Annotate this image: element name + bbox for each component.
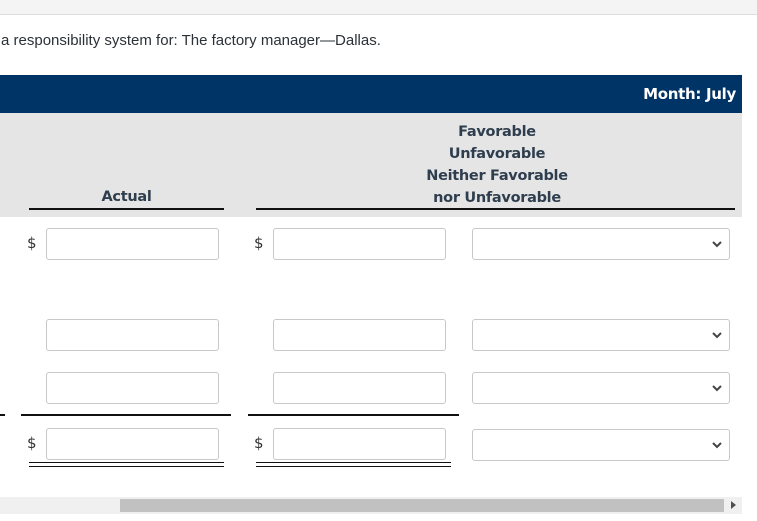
header-underline-budget-status bbox=[256, 208, 735, 210]
total-double-underline-actual bbox=[29, 462, 224, 467]
chevron-down-icon bbox=[712, 241, 722, 248]
actual-input-row-3[interactable] bbox=[46, 372, 219, 404]
month-label: Month: July bbox=[643, 85, 736, 103]
budget-input-row-2[interactable] bbox=[273, 319, 446, 351]
actual-input-total[interactable] bbox=[46, 428, 219, 460]
dollar-sign: $ bbox=[27, 234, 37, 252]
dollar-sign: $ bbox=[254, 234, 264, 252]
column-header-area: Actual Favorable Unfavorable Neither Fav… bbox=[0, 113, 742, 217]
chevron-down-icon bbox=[712, 332, 722, 339]
status-select-row-2[interactable] bbox=[472, 319, 730, 351]
chevron-down-icon bbox=[712, 442, 722, 449]
subtotal-line-actual bbox=[21, 414, 231, 416]
budget-input-total[interactable] bbox=[273, 428, 446, 460]
triangle-right-icon[interactable] bbox=[731, 501, 736, 509]
subtotal-line-left-stub bbox=[0, 414, 5, 416]
actual-input-row-1[interactable] bbox=[46, 228, 219, 260]
status-option-neither: Neither Favorable bbox=[426, 168, 568, 184]
dollar-sign: $ bbox=[254, 434, 264, 452]
total-double-underline-budget bbox=[256, 462, 451, 467]
status-option-unfavorable: Unfavorable bbox=[448, 146, 546, 162]
status-option-favorable: Favorable bbox=[458, 124, 536, 140]
column-header-status: Favorable Unfavorable Neither Favorable … bbox=[392, 121, 602, 209]
budget-input-row-1[interactable] bbox=[273, 228, 446, 260]
instruction-text: a responsibility system for: The factory… bbox=[1, 32, 381, 49]
chevron-down-icon bbox=[712, 385, 722, 392]
scrollbar-thumb[interactable] bbox=[120, 499, 724, 512]
table-title-band: Month: July bbox=[0, 75, 742, 113]
horizontal-scrollbar[interactable] bbox=[0, 497, 742, 514]
status-select-row-3[interactable] bbox=[472, 372, 730, 404]
column-header-actual: Actual bbox=[101, 189, 152, 205]
dollar-sign: $ bbox=[27, 434, 37, 452]
budget-input-row-3[interactable] bbox=[273, 372, 446, 404]
subtotal-line-budget bbox=[248, 414, 459, 416]
top-toolbar-strip bbox=[0, 0, 757, 15]
status-option-neither-cont: nor Unfavorable bbox=[433, 190, 561, 206]
status-select-total[interactable] bbox=[472, 429, 730, 461]
actual-input-row-2[interactable] bbox=[46, 319, 219, 351]
header-underline-actual bbox=[29, 208, 224, 210]
status-select-row-1[interactable] bbox=[472, 228, 730, 260]
